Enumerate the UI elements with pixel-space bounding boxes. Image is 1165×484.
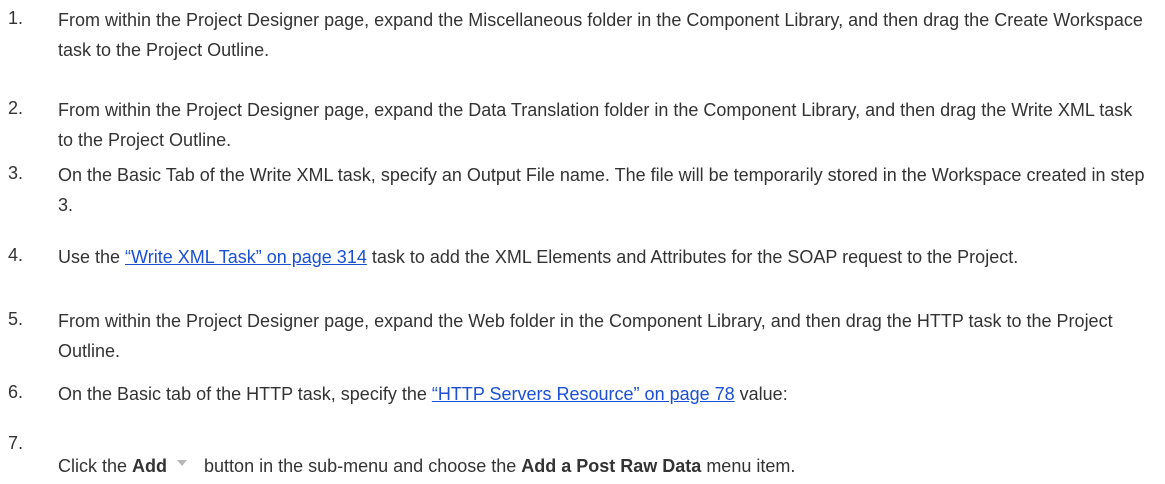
step-number: 1. [8,8,24,28]
step-number: 4. [8,245,24,265]
menu-item-name: Add a Post Raw Data [521,456,702,476]
step-text-before: On the Basic tab of the HTTP task, speci… [58,384,432,404]
step-text-before: Use the [58,247,126,267]
dropdown-arrow-icon[interactable] [177,460,188,467]
step-number: 3. [8,163,24,183]
step-number: 6. [8,382,24,402]
step-number: 2. [8,98,24,118]
write-xml-task-link[interactable]: “Write XML Task” on page 314 [125,247,367,267]
http-servers-resource-link[interactable]: “HTTP Servers Resource” on page 78 [432,384,735,404]
step-text: Click the Add button in the sub-menu and… [58,451,1150,481]
step-text: From within the Project Designer page, e… [58,10,1143,60]
step-text-after: menu item. [701,456,796,476]
step-text: On the Basic tab of the HTTP task, speci… [58,379,1150,409]
step-text: From within the Project Designer page, e… [58,100,1133,150]
step-text: On the Basic Tab of the Write XML task, … [58,165,1145,215]
step-text-after: task to add the XML Elements and Attribu… [366,247,1019,267]
step-text-middle: button in the sub-menu and choose the [199,456,522,476]
step-text: Use the “Write XML Task” on page 314 tas… [58,242,1150,272]
step-text-before: Click the [58,456,133,476]
step-number: 7. [8,433,24,453]
numbered-steps-list: 1. From within the Project Designer page… [0,0,1165,484]
step-number: 5. [8,309,24,329]
step-text-after: value: [734,384,788,404]
step-text: From within the Project Designer page, e… [58,311,1113,361]
add-label: Add [132,456,168,476]
